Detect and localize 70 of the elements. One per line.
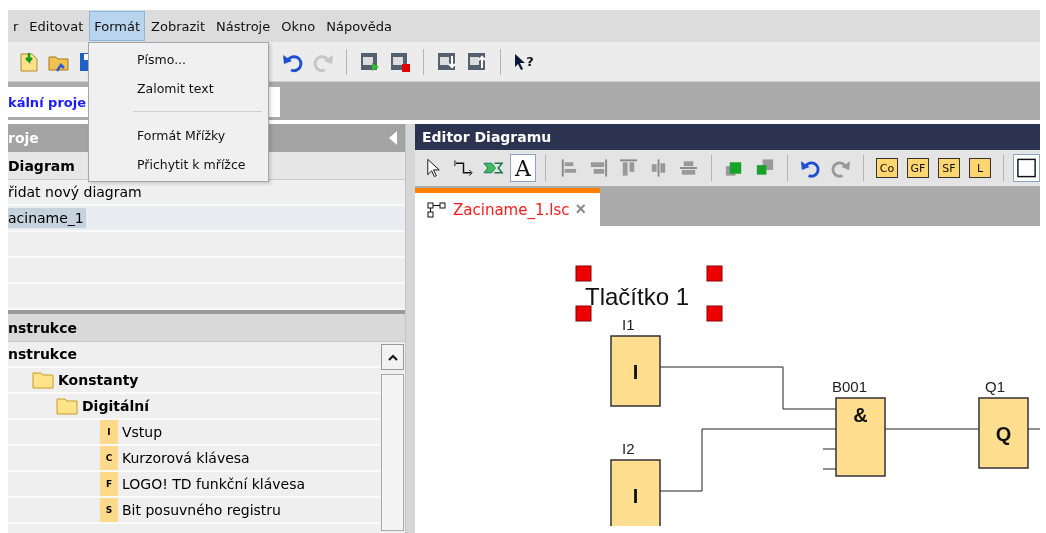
connector-icon <box>453 157 475 179</box>
help-button[interactable]: ? <box>511 48 537 75</box>
block-label: I2 <box>622 440 635 457</box>
folder-icon <box>56 397 78 415</box>
block-symbol: I <box>632 485 639 507</box>
text-tool-button[interactable]: A <box>510 154 537 182</box>
list-item[interactable]: aciname_1 <box>8 208 86 228</box>
diagram-icon <box>427 201 447 218</box>
selection-handle[interactable] <box>706 305 723 322</box>
function-block[interactable] <box>978 397 1029 469</box>
function-block[interactable] <box>835 397 886 477</box>
tab-title: Zaciname_1.lsc <box>453 200 570 219</box>
block-button[interactable]: Co <box>876 158 898 178</box>
tree-item[interactable]: Digitální <box>82 398 149 414</box>
menu-entry[interactable]: Přichytit k mřížce <box>89 150 268 179</box>
square-icon <box>1015 157 1037 179</box>
block-tag: F <box>100 472 118 496</box>
menu-entry[interactable]: Formát Mřížky <box>89 121 268 150</box>
menu-entry[interactable]: Zalomit text <box>89 74 268 103</box>
caret-up-icon <box>387 353 398 361</box>
block-button[interactable]: L <box>969 158 991 178</box>
align-right-icon <box>588 157 610 179</box>
block-label: I1 <box>622 316 635 333</box>
block-label: Q1 <box>985 378 1005 395</box>
block-tag: C <box>100 446 118 470</box>
block-symbol: & <box>853 404 868 426</box>
menu-item[interactable]: Zobrazit <box>146 11 211 41</box>
panel-title: roje <box>8 130 39 146</box>
folder-icon <box>32 371 54 389</box>
close-button[interactable]: × <box>575 199 586 220</box>
new-document-icon <box>18 50 40 73</box>
tool-button[interactable] <box>1012 154 1040 182</box>
selection-handle[interactable] <box>575 305 592 322</box>
scrollbar-track[interactable] <box>381 374 404 531</box>
pointer-icon <box>514 52 527 71</box>
block-label: B001 <box>832 378 868 395</box>
tree-item[interactable]: LOGO! TD funkční klávesa <box>122 476 306 492</box>
collapse-icon[interactable] <box>389 131 397 145</box>
download-icon <box>436 50 458 73</box>
panel-header: nstrukce <box>8 314 405 342</box>
tree-item[interactable]: Kurzorová klávesa <box>122 450 250 466</box>
menu-item[interactable]: Okno <box>276 11 321 41</box>
menu-item[interactable]: Formát <box>89 11 146 41</box>
selection-handle[interactable] <box>706 265 723 282</box>
menu-item[interactable]: Nástroje <box>211 11 276 41</box>
list-item[interactable]: řidat nový diagram <box>8 182 144 202</box>
tree-item[interactable]: Vstup <box>122 424 163 440</box>
menu-item[interactable]: Editovat <box>24 11 89 41</box>
block-symbol: Q <box>995 423 1012 445</box>
module-stop-icon <box>389 50 411 73</box>
upload-icon <box>466 50 488 73</box>
menu-entry[interactable]: Písmo... <box>89 45 268 74</box>
tree-item[interactable]: nstrukce <box>8 346 77 362</box>
scroll-up-button[interactable] <box>381 344 404 370</box>
block-symbol: I <box>632 361 639 383</box>
module-start-icon <box>359 50 381 73</box>
diagram-text[interactable]: Tlačítko 1 <box>585 283 690 310</box>
block-tag: I <box>100 420 118 444</box>
editor-title: Editor Diagramu <box>415 124 1040 150</box>
tree-item[interactable]: Bit posuvného registru <box>122 502 281 518</box>
tree-item[interactable]: Konstanty <box>58 372 139 388</box>
connection-line <box>1027 428 1040 430</box>
block-tag: S <box>100 498 118 522</box>
block-button[interactable]: SF <box>938 158 960 178</box>
menu-item[interactable]: Nápověda <box>321 11 397 41</box>
menu-item[interactable]: r <box>8 11 24 41</box>
block-button[interactable]: GF <box>907 158 929 178</box>
selection-handle[interactable] <box>575 265 592 282</box>
editor-tab[interactable]: Zaciname_1.lsc × <box>415 188 600 226</box>
align-top-icon <box>618 157 640 179</box>
